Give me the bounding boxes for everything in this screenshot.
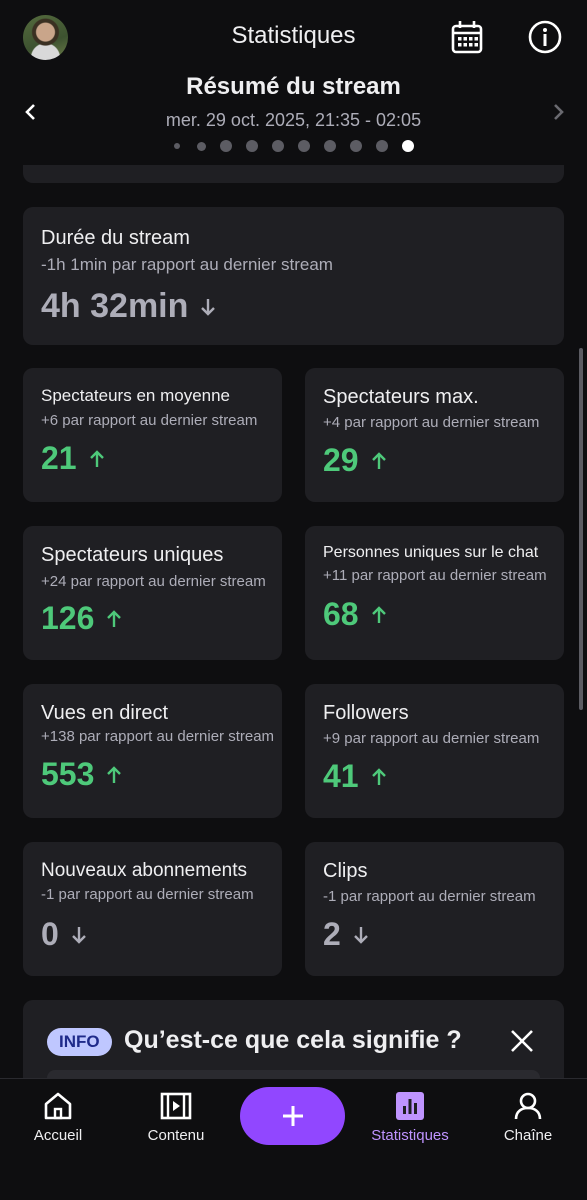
- card-label: Spectateurs en moyenne: [41, 386, 231, 405]
- card-value: 41: [323, 758, 387, 795]
- card-value-text: 0: [41, 916, 59, 952]
- card-value: 553: [41, 756, 122, 793]
- info-icon[interactable]: [528, 20, 562, 54]
- nav-home-label: Accueil: [33, 1127, 83, 1144]
- card-sub: +4 par rapport au dernier stream: [323, 414, 540, 431]
- bottom-nav: Accueil Contenu Statistiques Chaîne: [0, 1078, 587, 1200]
- arrow-up-icon: [107, 765, 122, 783]
- nav-stats[interactable]: Statistiques: [355, 1091, 465, 1144]
- nav-channel-label: Chaîne: [503, 1127, 553, 1144]
- scrollbar[interactable]: [579, 348, 583, 710]
- page-dot[interactable]: [375, 140, 388, 152]
- top-bar: Statistiques: [0, 0, 587, 75]
- card-value-text: 2: [323, 916, 341, 952]
- card-value: 68: [323, 596, 387, 633]
- page-dot[interactable]: [349, 140, 362, 152]
- nav-channel[interactable]: Chaîne: [473, 1091, 583, 1144]
- duration-card: Durée du stream -1h 1min par rapport au …: [23, 207, 564, 345]
- info-badge: INFO: [47, 1028, 112, 1056]
- card-value-text: 553: [41, 756, 95, 792]
- page-dot[interactable]: [297, 140, 310, 152]
- plus-icon: [282, 1106, 303, 1126]
- info-heading: Qu’est-ce que cela signifie ?: [124, 1026, 462, 1054]
- stat-card: Spectateurs uniques +24 par rapport au de…: [23, 526, 282, 660]
- arrow-up-icon: [371, 605, 386, 623]
- card-label: Vues en direct: [41, 702, 169, 724]
- card-sub: -1h 1min par rapport au dernier stream: [41, 255, 333, 274]
- card-label: Durée du stream: [41, 227, 190, 249]
- card-sub: +138 par rapport au dernier stream: [41, 728, 275, 745]
- card-value: 126: [41, 600, 122, 637]
- chevron-right-icon[interactable]: [547, 100, 569, 124]
- stat-card: Followers +9 par rapport au dernier strea…: [305, 684, 564, 818]
- calendar-icon[interactable]: [451, 20, 483, 54]
- card-sub: +24 par rapport au dernier stream: [41, 573, 266, 590]
- card-partial: [23, 165, 564, 183]
- arrow-down-icon: [353, 926, 368, 944]
- arrow-down-icon: [201, 298, 216, 316]
- arrow-up-icon: [371, 767, 386, 785]
- card-value: 4h 32min: [41, 287, 216, 326]
- page-dot[interactable]: [323, 140, 336, 152]
- page-dot[interactable]: [245, 140, 258, 152]
- page-indicator: [0, 140, 587, 152]
- user-icon: [514, 1092, 542, 1120]
- card-label: Nouveaux abonnements: [41, 860, 247, 881]
- stat-card: Personnes uniques sur le chat +11 par rap…: [305, 526, 564, 660]
- page-dot[interactable]: [219, 140, 232, 152]
- stat-card: Spectateurs en moyenne +6 par rapport au …: [23, 368, 282, 502]
- card-value: 0: [41, 916, 87, 953]
- home-icon: [44, 1092, 72, 1120]
- stat-card: Clips -1 par rapport au dernier stream 2: [305, 842, 564, 976]
- card-value-text: 68: [323, 596, 359, 632]
- card-value-text: 21: [41, 440, 77, 476]
- page-dot[interactable]: [196, 141, 206, 151]
- add-button[interactable]: [240, 1087, 345, 1145]
- card-value-text: 4h 32min: [41, 287, 189, 325]
- video-icon: [160, 1092, 192, 1120]
- close-icon[interactable]: [509, 1028, 535, 1054]
- summary-date: mer. 29 oct. 2025, 21:35 - 02:05: [165, 110, 422, 130]
- page-dot-active[interactable]: [401, 140, 414, 152]
- card-label: Spectateurs max.: [323, 386, 479, 408]
- page-dot[interactable]: [271, 140, 284, 152]
- card-label: Followers: [323, 702, 409, 724]
- bar-chart-icon: [396, 1092, 424, 1120]
- stat-card: Spectateurs max. +4 par rapport au dernie…: [305, 368, 564, 502]
- summary-title: Résumé du stream: [186, 73, 401, 100]
- nav-stats-label: Statistiques: [371, 1127, 449, 1144]
- card-label: Spectateurs uniques: [41, 544, 224, 566]
- card-sub: -1 par rapport au dernier stream: [323, 888, 536, 905]
- card-value-text: 29: [323, 442, 359, 478]
- card-label: Clips: [323, 860, 368, 882]
- arrow-down-icon: [71, 926, 86, 944]
- arrow-up-icon: [371, 451, 386, 469]
- card-value: 21: [41, 440, 105, 477]
- card-label: Personnes uniques sur le chat: [323, 544, 539, 561]
- card-sub: -1 par rapport au dernier stream: [41, 886, 254, 903]
- arrow-up-icon: [107, 609, 122, 627]
- card-sub: +11 par rapport au dernier stream: [323, 567, 547, 584]
- card-value: 29: [323, 442, 387, 479]
- stat-card: Nouveaux abonnements -1 par rapport au de…: [23, 842, 282, 976]
- arrow-up-icon: [89, 449, 104, 467]
- nav-content-label: Contenu: [147, 1127, 205, 1144]
- card-sub: +9 par rapport au dernier stream: [323, 730, 540, 747]
- nav-content[interactable]: Contenu: [121, 1091, 231, 1144]
- card-sub: +6 par rapport au dernier stream: [41, 412, 258, 429]
- nav-home[interactable]: Accueil: [3, 1091, 113, 1144]
- page-dot[interactable]: [173, 143, 180, 149]
- stat-card: Vues en direct +138 par rapport au dernie…: [23, 684, 282, 818]
- card-value-text: 41: [323, 758, 359, 794]
- card-value-text: 126: [41, 600, 95, 636]
- page-title: Statistiques: [231, 22, 356, 49]
- card-value: 2: [323, 916, 369, 953]
